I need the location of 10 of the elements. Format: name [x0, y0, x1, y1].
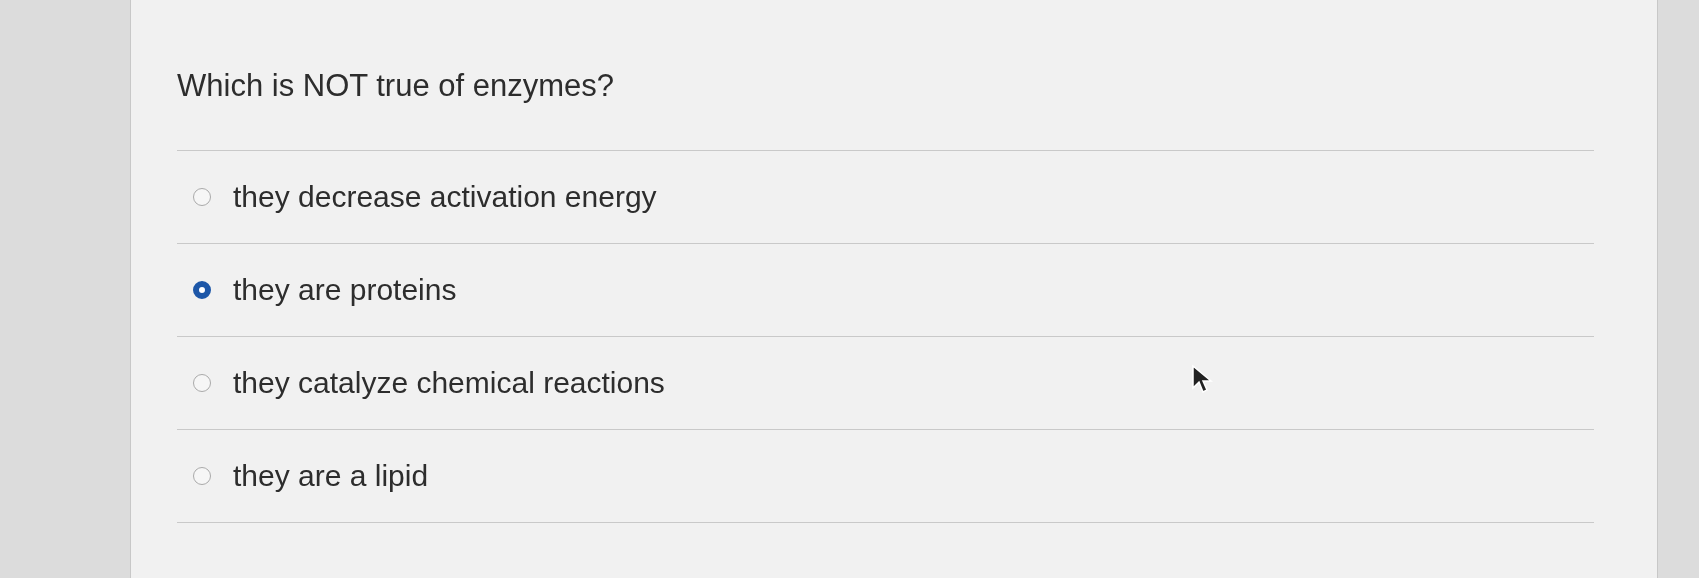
option-label[interactable]: they decrease activation energy — [233, 180, 657, 214]
question-text: Which is NOT true of enzymes? — [177, 67, 615, 105]
radio-button[interactable] — [193, 281, 211, 299]
radio-button[interactable] — [193, 188, 211, 206]
option-label[interactable]: they catalyze chemical reactions — [233, 366, 665, 400]
radio-button[interactable] — [193, 374, 211, 392]
radio-button[interactable] — [193, 467, 211, 485]
option-label[interactable]: they are a lipid — [233, 459, 429, 493]
option-label[interactable]: they are proteins — [233, 273, 457, 307]
mouse-pointer-icon — [1191, 364, 1213, 394]
